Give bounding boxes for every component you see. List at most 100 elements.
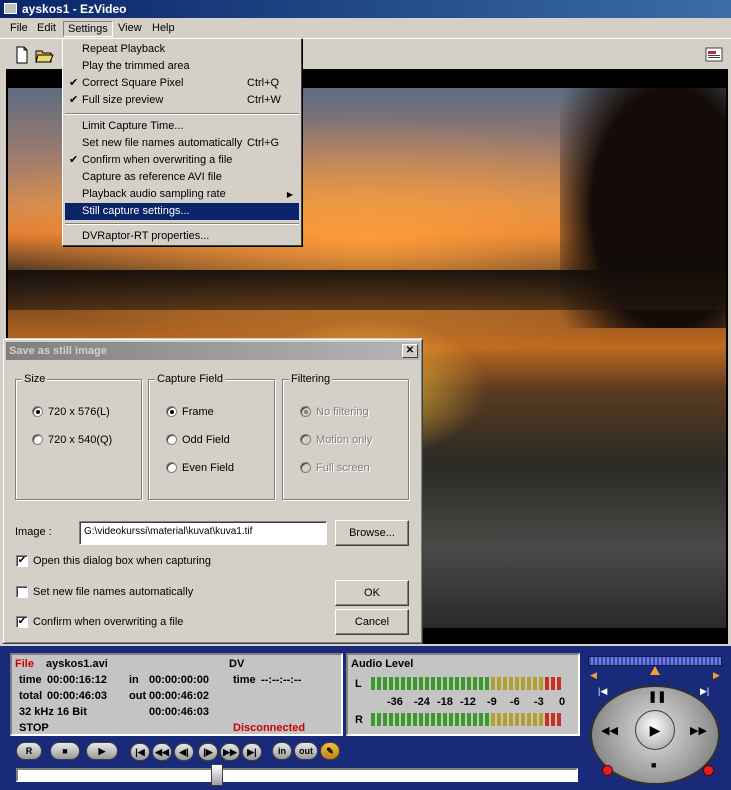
fast-forward-button[interactable]: ▶▶: [220, 743, 240, 761]
menuitem-full-size-preview[interactable]: ✔ Full size preview Ctrl+W: [65, 92, 299, 109]
meter-segment: [551, 677, 555, 690]
scale-label: -12: [460, 696, 476, 708]
jog-forward-icon[interactable]: ▶▶: [690, 724, 707, 737]
meter-segment: [419, 713, 423, 726]
filtering-group: Filtering No filtering Motion only Full …: [282, 373, 409, 500]
duration: 00:00:46:03: [149, 706, 209, 718]
rewind-button[interactable]: ◀◀: [152, 743, 172, 761]
shuttle-bar[interactable]: [588, 656, 722, 666]
meter-segment: [473, 713, 477, 726]
jog-stop-icon[interactable]: ■: [651, 760, 656, 770]
step-back-button[interactable]: ◀|: [174, 743, 194, 761]
menu-file[interactable]: File: [6, 21, 32, 37]
menu-settings[interactable]: Settings: [63, 21, 113, 37]
meter-segment: [533, 677, 537, 690]
meter-segment: [377, 677, 381, 690]
mark-out-button[interactable]: out: [294, 742, 318, 760]
trim-icon: ✎: [326, 746, 334, 756]
jog-step-forward-icon[interactable]: ▶|: [700, 686, 709, 697]
meter-segment: [413, 677, 417, 690]
menuitem-repeat-playback[interactable]: Repeat Playback: [65, 41, 299, 58]
save-still-image-dialog: Save as still image ✕ Size 720 x 576(L) …: [2, 338, 423, 644]
menuitem-limit-capture-time[interactable]: Limit Capture Time...: [65, 118, 299, 135]
go-to-start-button[interactable]: |◀: [130, 743, 150, 761]
radio-button[interactable]: [32, 406, 43, 417]
menu-edit[interactable]: Edit: [33, 21, 60, 37]
meter-segment: [527, 713, 531, 726]
meter-segment: [395, 713, 399, 726]
menuitem-dvraptor-properties[interactable]: DVRaptor-RT properties...: [65, 228, 299, 245]
ok-button[interactable]: OK: [335, 580, 409, 606]
meter-segment: [539, 713, 543, 726]
meter-segment: [509, 677, 513, 690]
dialog-title-bar: Save as still image ✕: [6, 342, 420, 360]
menu-view[interactable]: View: [114, 21, 146, 37]
file-label: File: [15, 658, 34, 670]
record-right-icon[interactable]: [703, 765, 714, 776]
open-folder-icon[interactable]: [34, 45, 54, 65]
right-channel-label: R: [355, 714, 363, 726]
radio-button: [300, 406, 311, 417]
skip-start-icon: |◀: [135, 747, 145, 757]
play-button[interactable]: ▶: [86, 742, 118, 760]
size-group-title: Size: [22, 373, 48, 385]
menuitem-confirm-overwrite[interactable]: ✔ Confirm when overwriting a file: [65, 152, 299, 169]
meter-segment: [515, 677, 519, 690]
close-icon[interactable]: ✕: [402, 344, 418, 358]
menu-separator: [65, 113, 299, 115]
jog-step-back-icon[interactable]: |◀: [598, 686, 607, 697]
app-icon: [4, 3, 17, 14]
image-path-field[interactable]: G:\videokurssi\material\kuvat\kuva1.tif: [79, 521, 327, 545]
cancel-button[interactable]: Cancel: [335, 609, 409, 635]
rewind-icon: ◀◀: [155, 747, 169, 757]
check-mark-icon: ✔: [69, 77, 79, 89]
file-name: ayskos1.avi: [46, 658, 108, 670]
stop-button[interactable]: ■: [50, 742, 80, 760]
settings-dropdown-menu: Repeat Playback Play the trimmed area ✔ …: [62, 38, 302, 246]
mark-in-button[interactable]: in: [272, 742, 292, 760]
remaining-time: --:--:--:--: [261, 674, 302, 686]
checkbox[interactable]: ✔: [16, 616, 28, 628]
dialog-title: Save as still image: [9, 345, 107, 357]
fast-forward-icon: ▶▶: [223, 747, 237, 757]
browse-button[interactable]: Browse...: [335, 520, 409, 546]
go-to-end-button[interactable]: ▶|: [242, 743, 262, 761]
meter-segment: [533, 713, 537, 726]
meter-segment: [389, 713, 393, 726]
radio-button[interactable]: [166, 406, 177, 417]
new-file-icon[interactable]: [12, 45, 32, 65]
scale-label: -6: [510, 696, 520, 708]
menuitem-correct-square-pixel[interactable]: ✔ Correct Square Pixel Ctrl+Q: [65, 75, 299, 92]
menuitem-capture-reference-avi[interactable]: Capture as reference AVI file: [65, 169, 299, 186]
jog-play-button[interactable]: ▶: [635, 710, 675, 750]
menuitem-set-file-names[interactable]: Set new file names automatically Ctrl+G: [65, 135, 299, 152]
record-button[interactable]: R: [16, 742, 42, 760]
shuttle-marker-icon: [650, 666, 660, 675]
meter-segment: [407, 677, 411, 690]
jog-rewind-icon[interactable]: ◀◀: [601, 724, 618, 737]
menuitem-playback-audio-rate[interactable]: Playback audio sampling rate ▶: [65, 186, 299, 203]
meter-segment: [479, 677, 483, 690]
menuitem-still-capture-settings[interactable]: Still capture settings...: [65, 203, 299, 220]
pause-icon[interactable]: ❚❚: [648, 690, 666, 703]
meter-segment: [437, 713, 441, 726]
step-forward-button[interactable]: |▶: [198, 743, 218, 761]
position-slider-handle[interactable]: [211, 764, 223, 786]
radio-button[interactable]: [32, 434, 43, 445]
preview-window-icon[interactable]: [704, 45, 724, 65]
menu-help[interactable]: Help: [148, 21, 179, 37]
radio-button[interactable]: [166, 462, 177, 473]
record-left-icon[interactable]: [602, 765, 613, 776]
radio-button[interactable]: [166, 434, 177, 445]
meter-segment: [455, 677, 459, 690]
menuitem-play-trimmed[interactable]: Play the trimmed area: [65, 58, 299, 75]
trim-button[interactable]: ✎: [320, 742, 340, 760]
video-format: DV: [229, 658, 245, 670]
meter-segment: [473, 677, 477, 690]
meter-segment: [503, 677, 507, 690]
checkbox[interactable]: [16, 586, 28, 598]
meter-segment: [551, 713, 555, 726]
meter-segment: [479, 713, 483, 726]
position-slider-track[interactable]: [16, 768, 578, 782]
checkbox[interactable]: ✔: [16, 555, 28, 567]
